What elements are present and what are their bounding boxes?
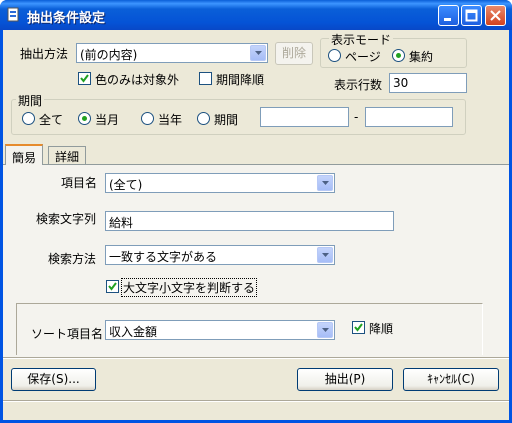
color-only-label: 色のみは対象外	[95, 73, 180, 87]
radio-selected-dot	[82, 116, 87, 121]
display-rows-label: 表示行数	[334, 78, 383, 92]
item-name-label: 項目名	[61, 176, 98, 190]
divider	[3, 357, 509, 359]
dropdown-arrow-icon[interactable]	[250, 45, 266, 61]
dropdown-arrow-icon[interactable]	[317, 322, 333, 338]
minimize-button[interactable]	[438, 5, 459, 26]
display-rows-input[interactable]: 30	[389, 73, 467, 93]
radio-period[interactable]	[197, 112, 210, 125]
search-method-combo[interactable]: 一致する文字がある	[105, 245, 335, 265]
radio-aggregate[interactable]	[392, 49, 405, 62]
radio-page[interactable]	[328, 49, 341, 62]
save-button[interactable]: 保存(S)...	[11, 368, 96, 391]
display-mode-label: 表示モード	[329, 31, 394, 48]
search-method-label: 検索方法	[48, 252, 97, 266]
extract-method-combo[interactable]: (前の内容)	[76, 43, 268, 63]
radio-this-month-label: 当月	[95, 113, 120, 127]
sort-item-combo[interactable]: 収入金額	[105, 320, 335, 340]
radio-this-year[interactable]	[141, 112, 154, 125]
close-icon	[490, 10, 501, 21]
close-button[interactable]	[485, 5, 506, 26]
item-name-value: (全て)	[109, 178, 143, 192]
case-sensitive-label: 大文字小文字を判断する	[121, 278, 258, 297]
item-name-combo[interactable]: (全て)	[105, 173, 335, 193]
tab-strip: 簡易 詳細	[3, 144, 509, 165]
period-to-input[interactable]	[365, 107, 453, 127]
sort-item-value: 収入金額	[109, 325, 158, 339]
check-icon	[108, 282, 117, 291]
radio-period-label: 期間	[214, 113, 239, 127]
tab-simple[interactable]: 簡易	[5, 144, 44, 165]
period-desc-label: 期間降順	[216, 73, 265, 87]
radio-all[interactable]	[22, 112, 35, 125]
period-desc-checkbox[interactable]	[199, 72, 212, 85]
extract-button[interactable]: 抽出(P)	[297, 368, 393, 391]
dialog-body: 抽出方法 (前の内容) 削除 表示モード ページ 集約 色のみは対象外 期間降順…	[3, 30, 509, 420]
radio-aggregate-label: 集約	[409, 50, 434, 64]
radio-page-label: ページ	[345, 50, 381, 64]
search-text-label: 検索文字列	[36, 212, 97, 226]
search-text-input[interactable]: 給料	[105, 211, 394, 231]
tab-detail[interactable]: 詳細	[48, 146, 87, 164]
color-only-checkbox[interactable]	[78, 72, 91, 85]
window-title: 抽出条件設定	[27, 11, 106, 26]
check-icon	[80, 74, 89, 83]
title-bar[interactable]: 抽出条件設定	[0, 0, 512, 30]
descending-checkbox[interactable]	[352, 321, 365, 334]
status-bar	[3, 402, 509, 420]
cancel-button[interactable]: ｷｬﾝｾﾙ(C)	[403, 368, 499, 391]
maximize-icon	[465, 9, 478, 22]
minimize-icon	[444, 18, 451, 21]
radio-this-month[interactable]	[78, 112, 91, 125]
period-label: 期間	[16, 92, 45, 109]
case-sensitive-checkbox[interactable]	[106, 280, 119, 293]
sort-item-label: ソート項目名	[31, 327, 104, 341]
extract-method-value: (前の内容)	[80, 48, 138, 62]
descending-label: 降順	[369, 322, 394, 336]
check-icon	[354, 323, 363, 332]
radio-selected-dot	[396, 53, 401, 58]
search-method-value: 一致する文字がある	[109, 250, 218, 264]
app-icon	[7, 7, 19, 22]
simple-tab-panel: 項目名 (全て) 検索文字列 給料 検索方法 一致する文字がある 大文字小文字を…	[3, 164, 509, 357]
extract-method-label: 抽出方法	[20, 47, 69, 61]
radio-all-label: 全て	[39, 113, 64, 127]
maximize-button[interactable]	[461, 5, 482, 26]
dropdown-arrow-icon[interactable]	[317, 247, 333, 263]
period-from-input[interactable]	[260, 107, 349, 127]
dropdown-arrow-icon[interactable]	[317, 175, 333, 191]
delete-button[interactable]: 削除	[275, 42, 313, 65]
dialog-window: 抽出条件設定 抽出方法 (前の内容) 削除 表示モード ページ 集約 色のみは対…	[0, 0, 512, 423]
period-separator: -	[354, 110, 359, 124]
radio-this-year-label: 当年	[158, 113, 183, 127]
